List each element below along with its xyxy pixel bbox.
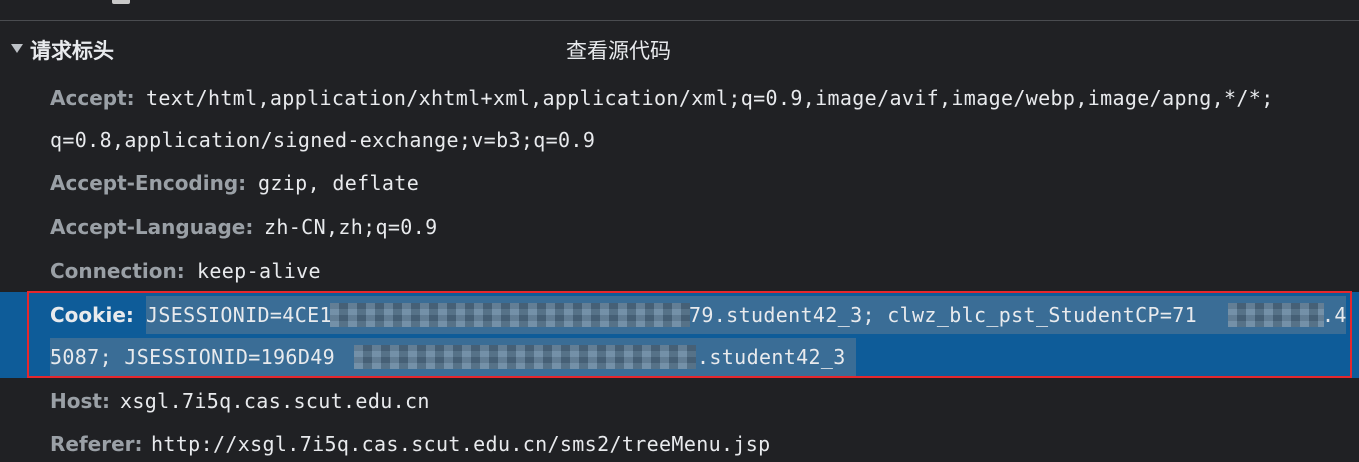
header-name: Accept: (50, 86, 135, 110)
header-value[interactable]: gzip, deflate (258, 161, 419, 205)
header-value[interactable]: keep-alive (197, 249, 321, 293)
header-name: Accept-Encoding: (50, 171, 247, 195)
cut-off-label (112, 0, 130, 4)
expand-triangle-icon[interactable] (11, 44, 23, 53)
header-name: Referer: (50, 432, 143, 456)
header-value[interactable]: http://xsgl.7i5q.cas.scut.edu.cn/sms2/tr… (151, 422, 771, 462)
header-name: Connection: (50, 259, 185, 283)
view-source-link[interactable]: 查看源代码 (566, 35, 671, 65)
panel-top-divider (0, 0, 1359, 21)
header-value-continuation[interactable]: q=0.8,application/signed-exchange;v=b3;q… (50, 118, 595, 162)
header-value[interactable]: zh-CN,zh;q=0.9 (264, 205, 437, 249)
request-headers-section[interactable]: 请求标头 查看源代码 (0, 30, 1359, 70)
section-title[interactable]: 请求标头 (30, 35, 114, 65)
header-value[interactable]: text/html,application/xhtml+xml,applicat… (146, 76, 1274, 120)
red-highlight-box (27, 291, 1352, 378)
header-value[interactable]: xsgl.7i5q.cas.scut.edu.cn (120, 379, 430, 423)
header-name: Accept-Language: (50, 215, 254, 239)
header-name: Host: (50, 389, 110, 413)
